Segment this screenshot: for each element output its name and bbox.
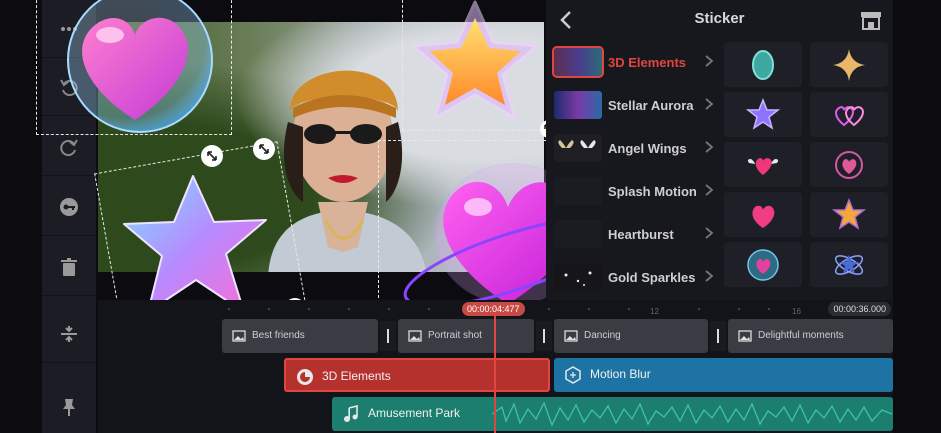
split-icon [61,325,77,342]
orbit-star-icon [834,254,864,275]
key-icon [60,197,78,216]
star-icon [745,97,781,130]
timeline[interactable]: 12 16 00:00:04:477 00:00:36.000 Best fri… [98,300,893,433]
resize-icon [207,151,217,161]
tick-label: 12 [650,307,659,316]
sticker-orbit-star[interactable] [810,242,888,287]
image-icon [232,330,246,342]
video-clip[interactable]: Best friends [222,319,378,353]
category-heartburst[interactable]: Heartburst [550,214,720,256]
music-track-clip[interactable]: Amusement Park [332,397,893,431]
category-label: Heartburst [608,227,674,242]
transition-handle[interactable] [710,321,726,351]
image-icon [408,330,422,342]
sticker-gold-star[interactable] [810,192,888,237]
keyframe-tool[interactable] [42,178,96,236]
category-splash-motion[interactable]: Splash Motion [550,171,720,213]
pin-icon [63,398,75,416]
editor-app: Sticker 3D Elements Stellar Aurora Angel… [0,0,941,433]
store-icon[interactable] [859,9,883,31]
scale-handle-heart-bubble[interactable] [201,145,223,167]
video-clip[interactable]: Dancing [554,319,708,353]
chevron-right-icon [705,55,714,67]
clip-label: Best friends [252,330,305,341]
chevron-right-icon [705,98,714,110]
category-gold-sparkles[interactable]: Gold Sparkles [550,257,720,299]
trash-icon [61,257,77,276]
category-label: Angel Wings [608,141,687,156]
heart-check-icon [835,150,863,179]
category-label: Gold Sparkles [608,270,696,285]
category-label: Stellar Aurora [608,98,694,113]
sticker-grid [724,42,890,290]
sparkle-star-icon [833,48,865,81]
sticker-icon [297,369,313,385]
total-duration: 00:00:36.000 [828,302,891,316]
music-note-icon [344,405,358,422]
category-thumbnail [554,177,602,205]
sticker-gold-sparkle[interactable] [810,42,888,87]
image-icon [738,330,752,342]
track-label: 3D Elements [322,369,391,383]
clip-label: Portrait shot [428,330,482,341]
category-thumbnail [554,134,602,162]
category-label: 3D Elements [608,55,687,70]
transition-handle[interactable] [380,321,396,351]
sticker-heart-orb[interactable] [724,242,802,287]
category-angel-wings[interactable]: Angel Wings [550,128,720,170]
effect-icon [565,366,581,384]
heart-orb-icon [747,248,779,281]
sticker-winged-heart[interactable] [724,142,802,187]
category-stellar-aurora[interactable]: Stellar Aurora [550,85,720,127]
sticker-track-clip[interactable]: 3D Elements [284,358,550,392]
sticker-panel: Sticker 3D Elements Stellar Aurora Angel… [546,0,893,300]
track-label: Amusement Park [368,406,461,420]
sticker-purple-star[interactable] [724,92,802,137]
chevron-right-icon [705,227,714,239]
panel-title: Sticker [694,10,745,27]
category-label: Splash Motion [608,184,697,199]
clip-label: Delightful moments [758,330,844,341]
category-thumbnail [554,220,602,248]
playhead[interactable] [494,314,496,433]
rotate-handle-purple-star[interactable] [253,138,275,160]
delete-tool[interactable] [42,238,96,296]
transition-handle[interactable] [536,321,552,351]
gold-star-sticker[interactable] [405,0,545,125]
star-icon [831,197,867,230]
wings-icon [558,140,596,148]
waveform [492,401,892,427]
tick-label: 16 [792,307,801,316]
category-thumbnail [554,263,602,291]
video-clip[interactable]: Portrait shot [398,319,534,353]
sticker-heart-check[interactable] [810,142,888,187]
egg-icon [752,49,774,80]
heart-icon [752,205,775,228]
double-heart-icon [835,105,864,126]
effect-track-clip[interactable]: Motion Blur [554,358,893,392]
category-thumbnail [554,91,602,119]
chevron-right-icon [705,184,714,196]
sticker-pink-heart[interactable] [724,192,802,237]
split-tool[interactable] [42,305,96,363]
category-3d-elements[interactable]: 3D Elements [550,42,720,84]
winged-heart-icon [747,157,779,175]
track-label: Motion Blur [590,367,651,381]
panel-header: Sticker [546,0,893,40]
pin-tool[interactable] [42,378,96,433]
sticker-double-hearts[interactable] [810,92,888,137]
resize-icon [259,144,269,154]
sparkle-icon [564,271,592,286]
category-thumbnail [552,46,604,78]
image-icon [564,330,578,342]
heart-bubble-sticker[interactable] [40,0,215,140]
video-clip[interactable]: Delightful moments [728,319,893,353]
clip-label: Dancing [584,330,621,341]
chevron-right-icon [705,141,714,153]
chevron-right-icon [705,270,714,282]
sticker-teal-egg[interactable] [724,42,802,87]
